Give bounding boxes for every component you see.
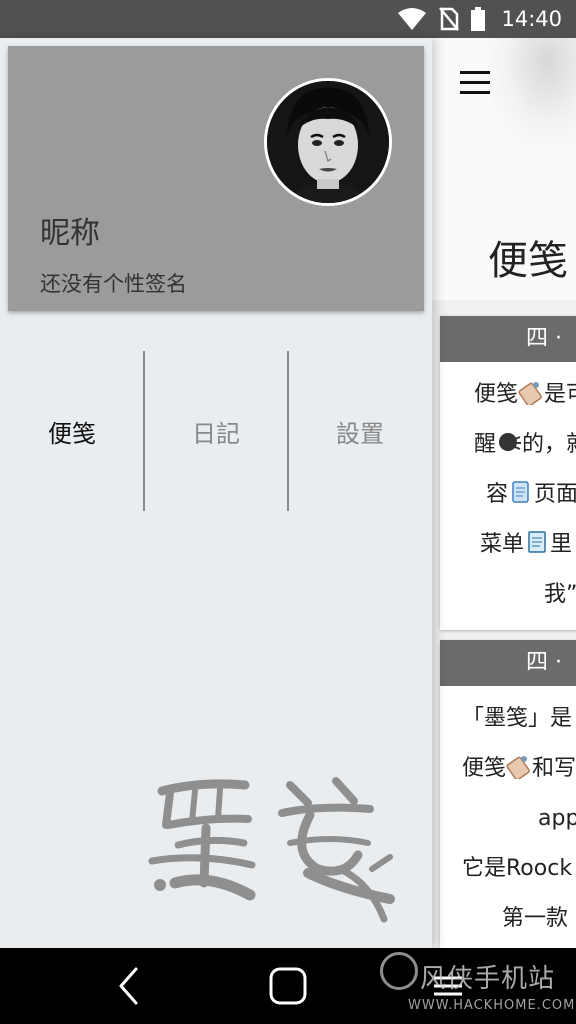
clock: 14:40: [501, 7, 562, 31]
status-bar: 14:40: [0, 0, 576, 38]
menu-icon[interactable]: [460, 71, 494, 97]
card-date: 四 ·: [440, 316, 576, 362]
card-line: 便笺是可: [440, 370, 576, 420]
memo-icon: [528, 531, 546, 553]
ink-wash-decoration: [482, 38, 576, 158]
card-line: 便笺 和写: [440, 744, 576, 794]
watermark-logo-icon: [380, 952, 418, 990]
card-line: 醒的，就: [440, 420, 576, 470]
signature: 还没有个性签名: [40, 272, 187, 296]
card-line: 我”: [544, 582, 576, 607]
nickname: 昵称: [40, 216, 100, 251]
card-line: app: [538, 806, 576, 831]
battery-icon: [471, 7, 486, 31]
note-card[interactable]: 四 · 「墨笺」是 便笺 和写 app 它是Roock 第一款: [440, 640, 576, 948]
clipboard-icon: [518, 382, 542, 405]
wifi-icon: [398, 8, 427, 30]
back-icon: [119, 967, 138, 1005]
watermark-url: WWW.HACKHOME.COM: [408, 998, 576, 1013]
portrait-image: [267, 81, 389, 203]
card-line: 第一款: [502, 906, 569, 931]
page-title: 便笺: [488, 238, 568, 284]
profile-card[interactable]: 昵称 还没有个性签名: [8, 46, 424, 311]
drawer-tabs: 便笺 日記 設置: [0, 351, 432, 511]
site-watermark: 风侠手机站 WWW.HACKHOME.COM: [376, 948, 576, 1024]
watermark-title: 风侠手机站: [420, 964, 556, 994]
card-date: 四 ·: [440, 640, 576, 686]
card-line: 「墨笺」是: [462, 706, 573, 731]
card-line: 菜单里: [440, 520, 576, 570]
main-header: 便笺: [432, 38, 576, 300]
main-panel: 便笺 四 · 便笺是可 醒的，就 容页面 菜单里 我” 四 · 「墨笺」: [432, 38, 576, 948]
home-icon: [269, 967, 307, 1005]
tab-diary[interactable]: 日記: [144, 351, 288, 511]
tab-settings[interactable]: 設置: [288, 351, 432, 511]
home-button[interactable]: [256, 948, 320, 1024]
navigation-drawer: 昵称 还没有个性签名 便笺 日記 設置: [0, 38, 432, 948]
card-line: 它是Roock: [462, 856, 573, 881]
app-calligraphy-logo: [148, 777, 395, 923]
tab-notes[interactable]: 便笺: [0, 351, 144, 511]
note-card[interactable]: 四 · 便笺是可 醒的，就 容页面 菜单里 我”: [440, 316, 576, 630]
card-line: 容页面: [440, 470, 576, 520]
speaking-head-icon: [499, 433, 522, 451]
avatar[interactable]: [264, 78, 392, 206]
back-button[interactable]: [96, 948, 160, 1024]
no-sim-icon: [439, 7, 460, 31]
clipboard-icon: [506, 756, 530, 779]
scroll-icon: [512, 481, 529, 503]
